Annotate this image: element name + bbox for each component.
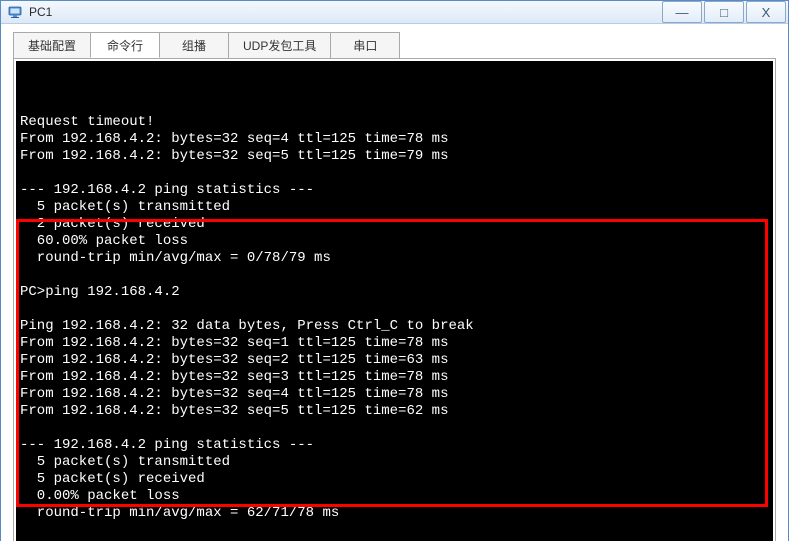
tab-bar: 基础配置 命令行 组播 UDP发包工具 串口 <box>13 32 776 58</box>
terminal-line: From 192.168.4.2: bytes=32 seq=4 ttl=125… <box>20 131 769 148</box>
terminal-line: 5 packet(s) transmitted <box>20 454 769 471</box>
terminal-line: 5 packet(s) received <box>20 471 769 488</box>
tab-multicast[interactable]: 组播 <box>159 32 229 58</box>
terminal-line: From 192.168.4.2: bytes=32 seq=4 ttl=125… <box>20 386 769 403</box>
close-button[interactable]: X <box>746 1 786 23</box>
tab-label: UDP发包工具 <box>243 37 316 54</box>
terminal-line: Request timeout! <box>20 114 769 131</box>
tab-basic-config[interactable]: 基础配置 <box>13 32 91 58</box>
terminal-line <box>20 301 769 318</box>
terminal-line <box>20 420 769 437</box>
terminal-line: From 192.168.4.2: bytes=32 seq=1 ttl=125… <box>20 335 769 352</box>
terminal-line: From 192.168.4.2: bytes=32 seq=5 ttl=125… <box>20 403 769 420</box>
tab-label: 串口 <box>353 37 377 54</box>
tab-udp-tool[interactable]: UDP发包工具 <box>228 32 331 58</box>
terminal-line: From 192.168.4.2: bytes=32 seq=2 ttl=125… <box>20 352 769 369</box>
tab-serial[interactable]: 串口 <box>330 32 400 58</box>
terminal-line: round-trip min/avg/max = 62/71/78 ms <box>20 505 769 522</box>
terminal-line <box>20 522 769 539</box>
terminal-line: --- 192.168.4.2 ping statistics --- <box>20 437 769 454</box>
tab-label: 命令行 <box>107 37 143 54</box>
terminal-line: round-trip min/avg/max = 0/78/79 ms <box>20 250 769 267</box>
window-title: PC1 <box>29 5 52 19</box>
client-area: 基础配置 命令行 组播 UDP发包工具 串口 Request timeout!F… <box>1 24 788 541</box>
tab-command-line[interactable]: 命令行 <box>90 32 160 58</box>
title-bar[interactable]: PC1 — □ X <box>1 1 788 24</box>
app-icon <box>7 4 23 20</box>
tab-label: 组播 <box>182 37 206 54</box>
terminal-line: From 192.168.4.2: bytes=32 seq=3 ttl=125… <box>20 369 769 386</box>
terminal-line: Ping 192.168.4.2: 32 data bytes, Press C… <box>20 318 769 335</box>
terminal-line: PC>ping 192.168.4.2 <box>20 284 769 301</box>
terminal-line: 2 packet(s) received <box>20 216 769 233</box>
terminal-line: From 192.168.4.2: bytes=32 seq=5 ttl=125… <box>20 148 769 165</box>
terminal-line: 60.00% packet loss <box>20 233 769 250</box>
terminal-line: 0.00% packet loss <box>20 488 769 505</box>
tab-label: 基础配置 <box>28 37 76 54</box>
terminal-line: --- 192.168.4.2 ping statistics --- <box>20 182 769 199</box>
terminal-line <box>20 165 769 182</box>
minimize-button[interactable]: — <box>662 1 702 23</box>
window-controls: — □ X <box>660 1 786 23</box>
terminal-line <box>20 267 769 284</box>
app-window: PC1 — □ X 基础配置 命令行 组播 UDP发包工具 串口 Request… <box>0 0 789 541</box>
maximize-button[interactable]: □ <box>704 1 744 23</box>
tab-panel: Request timeout!From 192.168.4.2: bytes=… <box>13 58 776 541</box>
terminal[interactable]: Request timeout!From 192.168.4.2: bytes=… <box>16 61 773 541</box>
terminal-line: 5 packet(s) transmitted <box>20 199 769 216</box>
